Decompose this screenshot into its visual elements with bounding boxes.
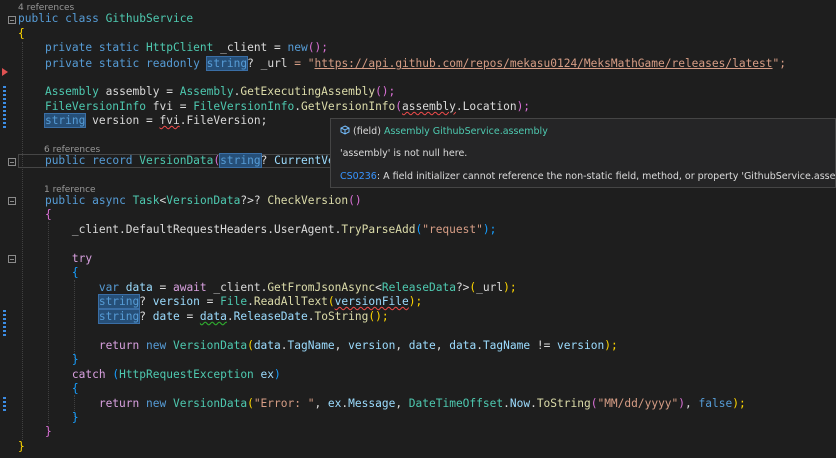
fold-toggle-class[interactable] bbox=[8, 16, 16, 24]
error-squiggle[interactable]: assembly bbox=[402, 100, 456, 113]
code-line[interactable]: public class GithubService bbox=[18, 12, 193, 26]
code-line[interactable]: public async Task<VersionData?>? CheckVe… bbox=[18, 194, 362, 208]
code-line[interactable]: FileVersionInfo fvi = FileVersionInfo.Ge… bbox=[18, 100, 530, 114]
tooltip-error: CS0236: A field initializer cannot refer… bbox=[340, 171, 836, 182]
code-line[interactable]: return new VersionData(data.TagName, ver… bbox=[18, 339, 618, 353]
code-line[interactable]: } bbox=[18, 411, 79, 425]
code-line[interactable]: string? date = data.ReleaseDate.ToString… bbox=[18, 309, 389, 324]
code-line[interactable]: } bbox=[18, 440, 25, 454]
change-indicator bbox=[3, 397, 6, 411]
fold-toggle-record[interactable] bbox=[8, 158, 16, 166]
code-line[interactable]: { bbox=[18, 208, 52, 222]
tooltip-null-state: 'assembly' is not null here. bbox=[340, 148, 468, 159]
field-icon bbox=[340, 125, 350, 135]
error-squiggle[interactable]: fvi bbox=[160, 114, 180, 127]
code-line[interactable]: public record VersionData(string? Curren… bbox=[18, 153, 341, 168]
code-line[interactable]: { bbox=[18, 382, 79, 396]
code-line[interactable]: string version = fvi.FileVersion; bbox=[18, 113, 267, 128]
url-link[interactable]: https://api.github.com/repos/mekasu0124/… bbox=[315, 57, 773, 70]
code-line[interactable]: private static readonly string? _url = "… bbox=[18, 56, 786, 71]
code-line[interactable]: var data = await _client.GetFromJsonAsyn… bbox=[18, 281, 517, 295]
code-line[interactable]: Assembly assembly = Assembly.GetExecutin… bbox=[18, 85, 395, 99]
change-indicator bbox=[3, 310, 6, 336]
code-line[interactable]: _client.DefaultRequestHeaders.UserAgent.… bbox=[18, 223, 496, 237]
code-line[interactable]: } bbox=[18, 425, 52, 439]
code-editor[interactable]: 4 references public class GithubService … bbox=[0, 0, 836, 458]
tooltip-signature: (field) Assembly GithubService.assembly bbox=[340, 125, 548, 137]
code-line[interactable]: } bbox=[18, 353, 79, 367]
change-indicator bbox=[3, 86, 6, 130]
code-line[interactable]: private static HttpClient _client = new(… bbox=[18, 41, 328, 55]
warning-marker-icon[interactable] bbox=[2, 68, 8, 76]
code-line[interactable]: try bbox=[18, 252, 92, 266]
code-line[interactable]: string? version = File.ReadAllText(versi… bbox=[18, 294, 422, 309]
code-line[interactable]: catch (HttpRequestException ex) bbox=[18, 368, 281, 382]
fold-toggle-try[interactable] bbox=[8, 255, 16, 263]
fold-toggle-method[interactable] bbox=[8, 197, 16, 205]
code-line[interactable]: { bbox=[18, 266, 79, 280]
quickinfo-tooltip: (field) Assembly GithubService.assembly … bbox=[330, 118, 836, 188]
code-line[interactable]: return new VersionData("Error: ", ex.Mes… bbox=[18, 397, 746, 411]
error-code-link[interactable]: CS0236 bbox=[340, 171, 377, 182]
code-line[interactable]: { bbox=[18, 27, 25, 41]
error-squiggle[interactable]: versionFile bbox=[335, 295, 409, 308]
